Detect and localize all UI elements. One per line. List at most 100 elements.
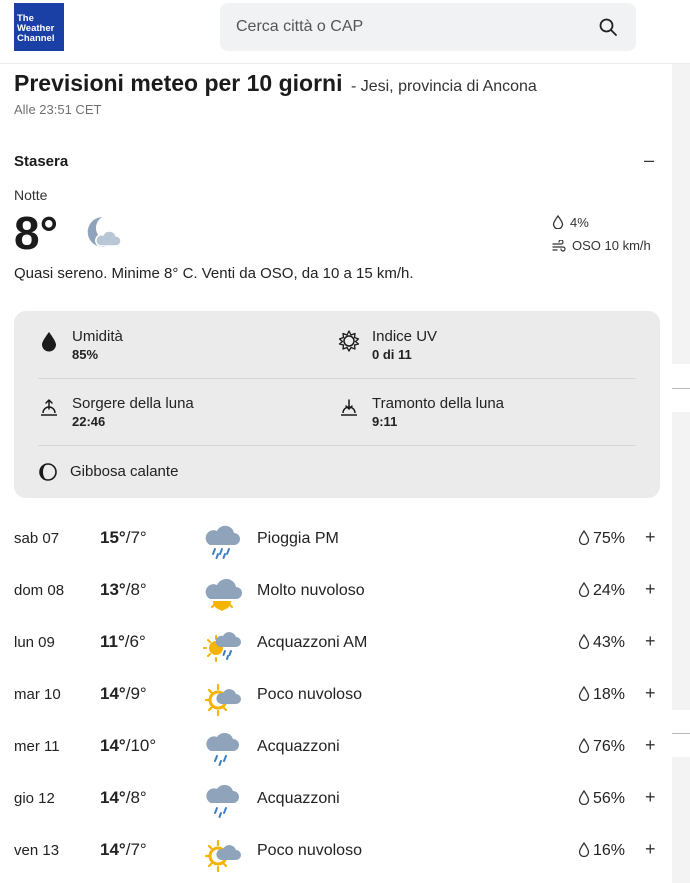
day-row[interactable]: sab 07 15°/7° Pioggia PM 75% + bbox=[0, 515, 672, 567]
rain-value: 56% bbox=[593, 790, 626, 807]
moon-cloud-icon bbox=[87, 217, 122, 247]
raindrop-icon bbox=[552, 214, 564, 230]
rain-chance: 18% bbox=[578, 685, 626, 704]
updated-time: Alle 23:51 CET bbox=[14, 102, 102, 117]
expand-button[interactable]: + bbox=[645, 787, 656, 808]
partly-cloudy-icon bbox=[202, 679, 242, 717]
low-temp: 8° bbox=[130, 580, 147, 599]
forecast-narrative: Quasi sereno. Minime 8° C. Venti da OSO,… bbox=[14, 265, 414, 282]
rain-chance: 43% bbox=[578, 633, 626, 652]
day-name: lun 09 bbox=[14, 634, 55, 651]
rain-chance: 76% bbox=[578, 737, 625, 756]
scrollbar-track[interactable] bbox=[672, 757, 690, 883]
location-label: - Jesi, provincia di Ancona bbox=[350, 78, 537, 95]
rain-chance: 75% bbox=[578, 529, 625, 548]
uv-value: 0 di 11 bbox=[372, 347, 412, 362]
humidity-icon bbox=[42, 332, 56, 352]
details-card: Umidità 85% Indice UV 0 di 11 Sorgere de… bbox=[14, 311, 660, 498]
rain-value: 16% bbox=[593, 842, 626, 859]
high-temp: 14° bbox=[100, 788, 126, 807]
precip-value: 4% bbox=[570, 215, 589, 230]
temperature-range: 14°/10° bbox=[100, 736, 156, 756]
divider bbox=[38, 378, 636, 379]
rain-value: 24% bbox=[593, 582, 626, 599]
condition-text: Acquazzoni AM bbox=[257, 634, 368, 651]
rain-chance: 56% bbox=[578, 789, 626, 808]
low-temp: 8° bbox=[130, 788, 147, 807]
site-header: The Weather Channel bbox=[0, 0, 690, 64]
scrollbar-track[interactable] bbox=[672, 64, 690, 364]
moon-phase-label: Gibbosa calante bbox=[70, 463, 179, 480]
moonrise-label: Sorgere della luna bbox=[72, 395, 194, 412]
high-temp: 11° bbox=[100, 632, 125, 651]
day-name: mar 10 bbox=[14, 686, 61, 703]
high-temp: 14° bbox=[100, 684, 126, 703]
day-name: mer 11 bbox=[14, 738, 60, 755]
scrollbar-track[interactable] bbox=[672, 412, 690, 710]
condition-text: Pioggia PM bbox=[257, 530, 339, 547]
expand-button[interactable]: + bbox=[645, 839, 656, 860]
raindrop-icon bbox=[578, 529, 590, 546]
rain-value: 43% bbox=[593, 634, 626, 651]
day-row[interactable]: dom 08 13°/8° Molto nuvoloso 24% + bbox=[0, 567, 672, 619]
day-row[interactable]: ven 13 14°/7° Poco nuvoloso 16% + bbox=[0, 827, 672, 879]
period-label: Notte bbox=[14, 187, 48, 203]
moonset-label: Tramonto della luna bbox=[372, 395, 505, 412]
divider bbox=[38, 445, 636, 446]
expand-button[interactable]: + bbox=[645, 579, 656, 600]
search-input[interactable] bbox=[236, 3, 576, 51]
raindrop-icon bbox=[578, 685, 590, 702]
expand-button[interactable]: + bbox=[645, 527, 656, 548]
expand-button[interactable]: + bbox=[645, 735, 656, 756]
expand-button[interactable]: + bbox=[645, 683, 656, 704]
condition-text: Molto nuvoloso bbox=[257, 582, 365, 599]
day-row[interactable]: mer 11 14°/10° Acquazzoni 76% + bbox=[0, 723, 672, 775]
moonrise-value: 22:46 bbox=[72, 414, 106, 429]
day-row[interactable]: mar 10 14°/9° Poco nuvoloso 18% + bbox=[0, 671, 672, 723]
showers-icon bbox=[202, 731, 242, 769]
day-row[interactable]: lun 09 11°/6° Acquazzoni AM 43% + bbox=[0, 619, 672, 671]
raindrop-icon bbox=[578, 789, 590, 806]
rain-chance: 16% bbox=[578, 841, 626, 860]
temperature-range: 14°/7° bbox=[100, 840, 147, 860]
temperature-range: 11°/6° bbox=[100, 632, 146, 652]
sun-showers-icon bbox=[202, 627, 242, 665]
current-temperature: 8° bbox=[14, 207, 58, 259]
high-temp: 13° bbox=[100, 580, 126, 599]
rain-value: 18% bbox=[593, 686, 626, 703]
collapse-button[interactable]: – bbox=[644, 150, 654, 171]
high-temp: 15° bbox=[100, 528, 126, 547]
low-temp: 9° bbox=[130, 684, 147, 703]
wind-info: OSO 10 km/h bbox=[552, 238, 651, 253]
scrollbar-divider bbox=[672, 388, 690, 389]
temperature-range: 15°/7° bbox=[100, 528, 147, 548]
weather-channel-logo[interactable]: The Weather Channel bbox=[14, 3, 64, 51]
page-title: Previsioni meteo per 10 giorni bbox=[14, 70, 343, 96]
cloudy-sun-icon bbox=[202, 575, 242, 613]
expand-button[interactable]: + bbox=[645, 631, 656, 652]
uv-index-icon bbox=[338, 330, 360, 352]
precip-chance: 4% bbox=[552, 214, 589, 230]
condition-text: Acquazzoni bbox=[257, 790, 340, 807]
moon-phase-icon bbox=[39, 463, 57, 481]
showers-icon bbox=[202, 783, 242, 821]
rain-icon bbox=[202, 523, 242, 561]
raindrop-icon bbox=[578, 841, 590, 858]
wind-value: OSO 10 km/h bbox=[572, 238, 651, 253]
scrollbar-divider bbox=[672, 733, 690, 734]
search-bar[interactable] bbox=[220, 3, 636, 51]
condition-text: Poco nuvoloso bbox=[257, 686, 362, 703]
temperature-range: 13°/8° bbox=[100, 580, 147, 600]
low-temp: 6° bbox=[129, 632, 146, 651]
rain-chance: 24% bbox=[578, 581, 626, 600]
day-name: gio 12 bbox=[14, 790, 55, 807]
raindrop-icon bbox=[578, 633, 590, 650]
day-row[interactable]: gio 12 14°/8° Acquazzoni 56% + bbox=[0, 775, 672, 827]
humidity-value: 85% bbox=[72, 347, 99, 362]
high-temp: 14° bbox=[100, 840, 126, 859]
humidity-label: Umidità bbox=[72, 328, 123, 345]
day-name: dom 08 bbox=[14, 582, 65, 599]
moonset-icon bbox=[341, 399, 357, 416]
low-temp: 7° bbox=[130, 840, 147, 859]
search-icon[interactable] bbox=[598, 17, 618, 37]
